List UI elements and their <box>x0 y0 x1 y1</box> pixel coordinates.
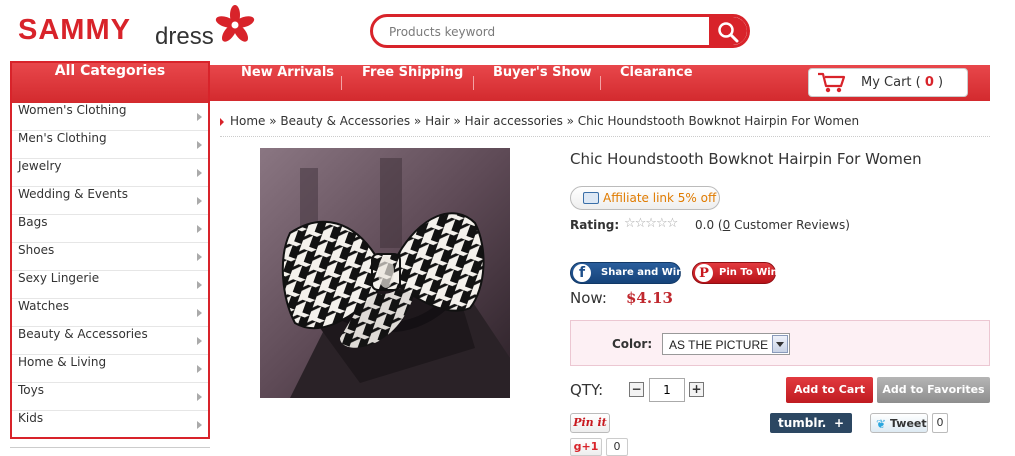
cart-button[interactable]: My Cart ( 0 ) <box>808 68 968 97</box>
twitter-bird-icon: ❦ <box>876 417 887 431</box>
tumblr-share-button[interactable]: tumblr. + <box>770 413 852 433</box>
nav-clearance[interactable]: Clearance <box>620 65 693 101</box>
product-image[interactable] <box>260 148 510 398</box>
chevron-right-icon <box>197 253 202 261</box>
tweet-count: 0 <box>932 413 948 433</box>
tumblr-label: tumblr. <box>778 416 827 430</box>
nav-buyers-show[interactable]: Buyer's Show <box>493 65 592 101</box>
search-bar <box>370 14 750 48</box>
chevron-right-icon <box>197 393 202 401</box>
pin-it-button[interactable]: Pin it <box>570 413 610 433</box>
chevron-right-icon <box>197 113 202 121</box>
review-count-link[interactable]: 0 <box>723 218 731 232</box>
nav-free-shipping[interactable]: Free Shipping <box>362 65 463 101</box>
divider <box>10 447 210 448</box>
color-label: Color: <box>612 337 653 351</box>
flower-icon <box>215 5 255 42</box>
pin-label: Pin To Win <box>719 267 778 278</box>
chevron-right-icon <box>197 141 202 149</box>
chevron-right-icon <box>197 421 202 429</box>
plus-icon: + <box>834 416 845 430</box>
category-jewelry[interactable]: Jewelry <box>12 159 208 187</box>
category-list: Women's Clothing Men's Clothing Jewelry … <box>12 103 208 439</box>
affiliate-link-button[interactable]: Affiliate link 5% off <box>570 186 720 210</box>
facebook-share-button[interactable]: f Share and Win <box>570 262 684 284</box>
quantity-decrease-button[interactable]: − <box>629 382 644 397</box>
category-wedding-events[interactable]: Wedding & Events <box>12 187 208 215</box>
logo-brand-text: SAMMY <box>18 14 131 46</box>
color-options: Color: AS THE PICTURE <box>570 320 990 366</box>
category-kids[interactable]: Kids <box>12 411 208 439</box>
add-to-favorites-button[interactable]: Add to Favorites <box>877 377 990 403</box>
rating-label: Rating: <box>570 218 620 232</box>
category-sidebar: All Categories Women's Clothing Men's Cl… <box>10 61 210 439</box>
chevron-right-icon <box>197 309 202 317</box>
google-plus-button[interactable]: g+1 <box>570 438 602 456</box>
tweet-button[interactable]: ❦ Tweet <box>870 413 928 433</box>
search-icon <box>718 22 739 43</box>
cart-label: My Cart ( 0 ) <box>861 75 944 90</box>
chevron-right-icon <box>197 365 202 373</box>
chevron-right-icon <box>197 337 202 345</box>
price-value: $4.13 <box>626 289 673 307</box>
affiliate-label: Affiliate link 5% off <box>603 191 717 205</box>
category-womens-clothing[interactable]: Women's Clothing <box>12 103 208 131</box>
category-watches[interactable]: Watches <box>12 299 208 327</box>
nav-divider <box>341 76 342 90</box>
nav-new-arrivals[interactable]: New Arrivals <box>241 65 334 101</box>
logo-suffix-text: dress <box>155 23 214 50</box>
product-title: Chic Houndstooth Bowknot Hairpin For Wom… <box>570 150 922 168</box>
houndstooth-bow-photo <box>260 148 510 398</box>
pinterest-win-button[interactable]: P Pin To Win <box>692 262 778 284</box>
main-nav: New Arrivals Free Shipping Buyer's Show … <box>210 65 990 101</box>
all-categories-header[interactable]: All Categories <box>12 63 208 103</box>
chevron-right-icon <box>197 281 202 289</box>
category-shoes[interactable]: Shoes <box>12 243 208 271</box>
color-select[interactable]: AS THE PICTURE <box>662 333 790 355</box>
color-selected-value: AS THE PICTURE <box>669 338 769 352</box>
chevron-right-icon <box>197 225 202 233</box>
share-label: Share and Win <box>601 267 684 278</box>
nav-divider <box>600 76 601 90</box>
quantity-input[interactable] <box>649 378 685 402</box>
category-toys[interactable]: Toys <box>12 383 208 411</box>
tweet-label: Tweet <box>890 417 927 430</box>
breadcrumb-arrow-icon <box>220 118 224 126</box>
add-to-cart-button[interactable]: Add to Cart <box>786 377 873 403</box>
rating-stars-icon: ☆☆☆☆☆ <box>624 216 678 231</box>
chevron-down-icon <box>772 335 788 353</box>
category-mens-clothing[interactable]: Men's Clothing <box>12 131 208 159</box>
pinterest-icon: P <box>695 264 713 282</box>
chevron-right-icon <box>197 169 202 177</box>
breadcrumb: Home » Beauty & Accessories » Hair » Hai… <box>220 114 990 137</box>
breadcrumb-trail[interactable]: Home » Beauty & Accessories » Hair » Hai… <box>230 114 859 128</box>
quantity-increase-button[interactable]: + <box>689 382 704 397</box>
category-beauty-accessories[interactable]: Beauty & Accessories <box>12 327 208 355</box>
category-sexy-lingerie[interactable]: Sexy Lingerie <box>12 271 208 299</box>
facebook-icon: f <box>573 264 591 282</box>
price-label: Now: <box>570 289 607 307</box>
category-home-living[interactable]: Home & Living <box>12 355 208 383</box>
search-button[interactable] <box>709 17 747 45</box>
shopping-cart-icon <box>818 72 846 93</box>
rating-value: 0.0 (0 Customer Reviews) <box>695 218 850 232</box>
category-bags[interactable]: Bags <box>12 215 208 243</box>
link-icon <box>583 192 599 204</box>
cart-count: 0 <box>924 75 934 90</box>
google-plus-count: 0 <box>606 438 628 456</box>
quantity-label: QTY: <box>570 381 604 399</box>
nav-divider <box>473 76 474 90</box>
search-input[interactable] <box>387 21 701 43</box>
chevron-right-icon <box>197 197 202 205</box>
